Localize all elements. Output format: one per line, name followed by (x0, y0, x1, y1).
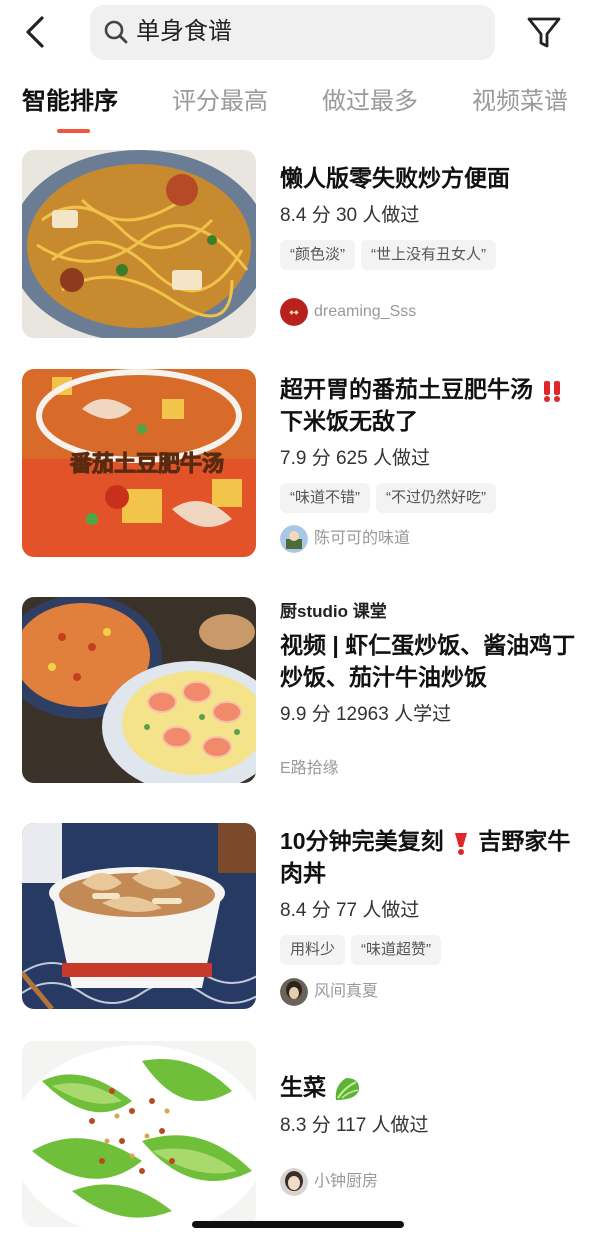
recipe-image (22, 597, 256, 783)
recipe-title-part: 超开胃的番茄土豆肥牛汤 (280, 376, 533, 402)
review-tag[interactable]: 用料少 (280, 935, 346, 965)
recipe-author[interactable]: 小钟厨房 (280, 1168, 378, 1196)
svg-text:◆◆: ◆◆ (289, 309, 299, 316)
author-name: 陈可可的味道 (314, 530, 411, 547)
recipe-title-part: 生菜 (280, 1074, 326, 1100)
recipe-source: 厨studio 课堂 (280, 602, 387, 621)
recipe-title-part: 下米饭无敌了 (280, 408, 418, 434)
recipe-image (22, 150, 256, 338)
recipe-card[interactable]: 厨studio 课堂 视频 | 虾仁蛋炒饭、酱油鸡丁炒饭、茄汁牛油炒饭 9.9 … (0, 597, 600, 785)
home-indicator[interactable] (192, 1221, 404, 1228)
recipe-title: 视频 | 虾仁蛋炒饭、酱油鸡丁炒饭、茄汁牛油炒饭 (280, 632, 576, 690)
recipe-card[interactable]: 懒人版零失败炒方便面 8.4 分 30 人做过 “颜色淡” “世上没有丑女人” ◆… (0, 150, 600, 340)
avatar (280, 978, 308, 1006)
recipe-title: 懒人版零失败炒方便面 (280, 165, 510, 191)
recipe-image (22, 823, 256, 1009)
recipe-rating: 8.3 分 117 人做过 (280, 1114, 429, 1136)
recipe-info: 生菜 8.3 分 117 人做过 (280, 1071, 580, 1138)
review-tag[interactable]: “味道超赞” (351, 935, 442, 965)
search-query-text: 单身食谱 (136, 18, 232, 45)
recipe-author[interactable]: 风间真夏 (280, 978, 378, 1006)
recipe-image (22, 1041, 256, 1227)
funnel-icon (527, 17, 561, 48)
recipe-author[interactable]: ◆◆ dreaming_Sss (280, 298, 416, 326)
avatar (280, 525, 308, 553)
top-bar: 单身食谱 (0, 0, 600, 66)
search-input[interactable]: 单身食谱 (90, 5, 495, 60)
recipe-title: 10分钟完美复刻 吉野家牛肉丼 (280, 825, 580, 889)
double-exclamation-icon (544, 380, 561, 402)
recipe-author[interactable]: E路拾缘 (280, 755, 339, 783)
tab-most-made[interactable]: 做过最多 (322, 86, 418, 118)
recipe-tags: “颜色淡” “世上没有丑女人” (280, 240, 580, 270)
recipe-rating: 8.4 分 77 人做过 (280, 900, 420, 921)
author-name: dreaming_Sss (314, 303, 417, 320)
recipe-rating: 9.9 分 12963 人学过 (280, 704, 452, 725)
author-name: 小钟厨房 (314, 1173, 379, 1190)
review-tag[interactable]: “不过仍然好吃” (376, 483, 496, 513)
tab-top-rated[interactable]: 评分最高 (172, 86, 268, 118)
recipe-card[interactable]: 番茄土豆肥牛汤 超开胃的番茄土豆肥牛汤 下米饭无敌了 7.9 分 625 人做过… (0, 369, 600, 559)
avatar (280, 1168, 308, 1196)
recipe-tags: “味道不错” “不过仍然好吃” (280, 483, 580, 513)
tab-video-recipes[interactable]: 视频菜谱 (472, 86, 568, 118)
recipe-info: 厨studio 课堂 视频 | 虾仁蛋炒饭、酱油鸡丁炒饭、茄汁牛油炒饭 9.9 … (280, 601, 580, 727)
search-icon (104, 20, 128, 44)
review-tag[interactable]: “味道不错” (280, 483, 370, 513)
recipe-author[interactable]: 陈可可的味道 (280, 525, 410, 553)
recipe-card[interactable]: 生菜 8.3 分 117 人做过 小钟厨房 (0, 1041, 600, 1229)
recipe-card[interactable]: 10分钟完美复刻 吉野家牛肉丼 8.4 分 77 人做过 用料少 “味道超赞” 风… (0, 823, 600, 1011)
tab-smart-sort[interactable]: 智能排序 (22, 86, 118, 118)
author-name: 风间真夏 (314, 983, 379, 1000)
back-button[interactable] (18, 12, 54, 52)
active-tab-indicator (57, 129, 90, 133)
red-exclamation-icon (454, 832, 467, 855)
author-name: E路拾缘 (280, 760, 339, 777)
review-tag[interactable]: “世上没有丑女人” (361, 240, 496, 270)
chevron-left-icon (26, 16, 44, 48)
filter-button[interactable] (524, 12, 564, 54)
recipe-image: 番茄土豆肥牛汤 (22, 369, 256, 557)
sort-tabs: 智能排序 评分最高 做过最多 视频菜谱 (0, 80, 600, 140)
avatar: ◆◆ (280, 298, 308, 326)
image-caption: 番茄土豆肥牛汤 (69, 451, 224, 477)
recipe-rating: 8.4 分 30 人做过 (280, 205, 420, 226)
lettuce-icon (336, 1077, 360, 1100)
recipe-info: 超开胃的番茄土豆肥牛汤 下米饭无敌了 7.9 分 625 人做过 “味道不错” “… (280, 373, 580, 513)
recipe-title-part: 10分钟完美复刻 (280, 828, 444, 854)
recipe-title: 超开胃的番茄土豆肥牛汤 下米饭无敌了 (280, 373, 580, 437)
recipe-info: 10分钟完美复刻 吉野家牛肉丼 8.4 分 77 人做过 用料少 “味道超赞” (280, 825, 580, 965)
review-tag[interactable]: “颜色淡” (280, 240, 355, 270)
recipe-tags: 用料少 “味道超赞” (280, 935, 580, 965)
recipe-info: 懒人版零失败炒方便面 8.4 分 30 人做过 “颜色淡” “世上没有丑女人” (280, 162, 580, 270)
recipe-rating: 7.9 分 625 人做过 (280, 448, 430, 469)
recipe-title: 生菜 (280, 1071, 580, 1104)
